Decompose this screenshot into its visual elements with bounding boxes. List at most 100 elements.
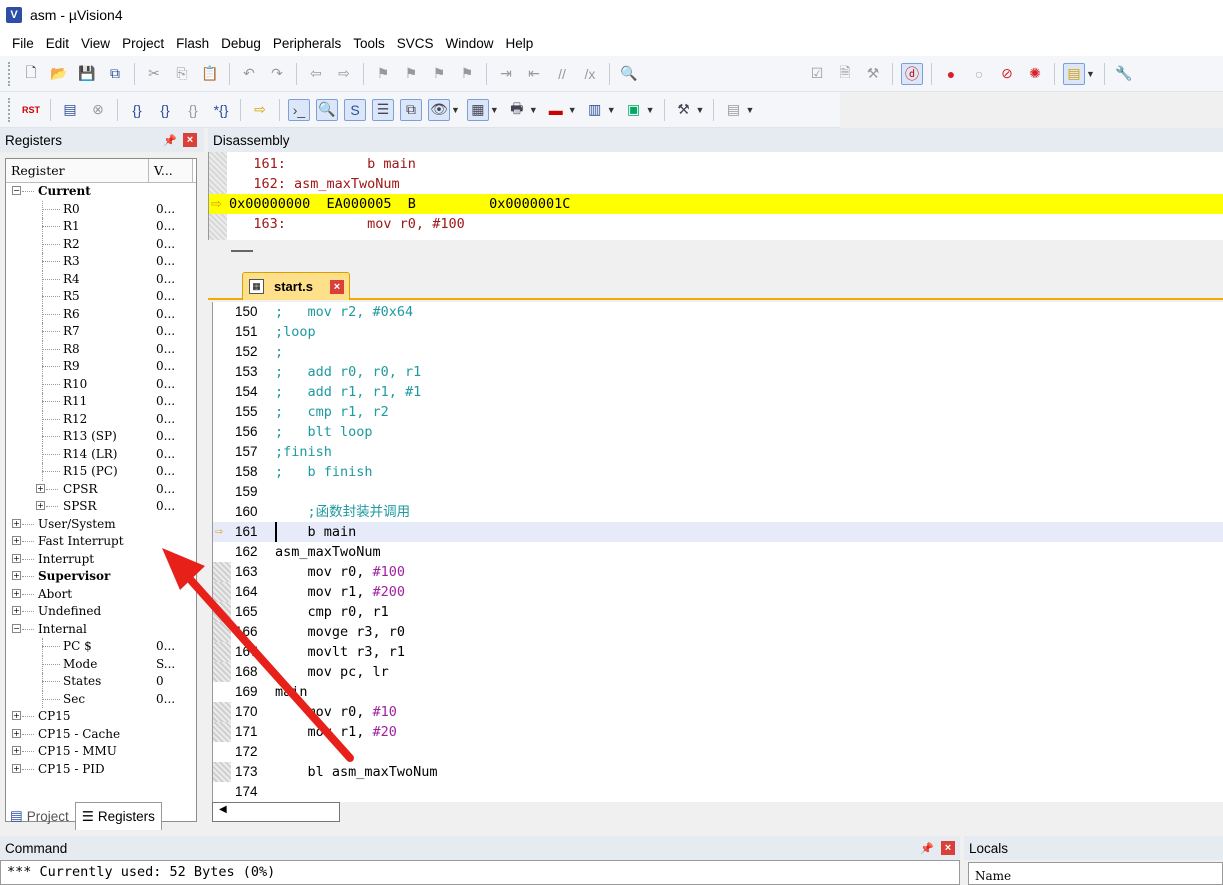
register-value[interactable]: 0... xyxy=(156,429,175,443)
close-icon[interactable]: × xyxy=(941,841,955,855)
register-row[interactable]: + Abort xyxy=(6,586,196,604)
find-in-files-icon[interactable]: 🔍 xyxy=(618,63,640,85)
menu-flash[interactable]: Flash xyxy=(170,36,215,51)
symbols-window-icon[interactable]: S xyxy=(344,98,366,121)
debug-config-icon[interactable]: ⚒ xyxy=(862,63,884,85)
register-row[interactable]: R15 (PC) 0... xyxy=(6,463,196,481)
system-viewer-icon[interactable]: ▣ xyxy=(623,99,645,121)
register-value[interactable]: 0... xyxy=(156,272,175,286)
expand-icon[interactable]: + xyxy=(12,518,21,528)
disassembly-current-line[interactable]: ⇨ 0x00000000 EA000005 B 0x0000001C xyxy=(209,194,1223,214)
code-line[interactable]: 169 main xyxy=(213,682,1223,702)
register-value[interactable]: 0... xyxy=(156,377,175,391)
bookmark-next-icon[interactable]: ⚑ xyxy=(428,63,450,85)
register-row[interactable]: + Fast Interrupt xyxy=(6,533,196,551)
code-editor[interactable]: 150 ; mov r2, #0x64 151 ;loop 152; 153 ; add r… xyxy=(212,302,1223,802)
register-row[interactable]: + CP15 - MMU xyxy=(6,743,196,761)
tab-project[interactable]: ▤ Project xyxy=(4,802,75,830)
tab-start-s[interactable]: ▦ start.s × xyxy=(242,272,350,300)
cut-icon[interactable]: ✂ xyxy=(143,63,165,85)
expand-icon[interactable]: + xyxy=(36,501,45,510)
executable-line-marker[interactable] xyxy=(213,562,231,582)
executable-line-marker[interactable] xyxy=(213,762,231,782)
code-line[interactable]: 168 mov pc, lr xyxy=(213,662,1223,682)
kill-breakpoints-icon[interactable]: ✺ xyxy=(1024,63,1046,85)
register-row[interactable]: R8 0... xyxy=(6,340,196,358)
register-row[interactable]: + Supervisor xyxy=(6,568,196,586)
register-value[interactable]: 0... xyxy=(156,394,175,408)
expand-icon[interactable]: + xyxy=(12,606,21,615)
call-stack-window-icon[interactable]: ⧉ xyxy=(400,98,422,121)
code-line[interactable]: 174 xyxy=(213,782,1223,802)
register-row[interactable]: R2 0... xyxy=(6,235,196,253)
register-value[interactable]: 0... xyxy=(156,342,175,356)
disassembly-line[interactable]: 161: b main xyxy=(229,154,416,174)
register-value[interactable]: 0 xyxy=(156,674,164,688)
code-line[interactable]: 152; xyxy=(213,342,1223,362)
code-line[interactable]: 166 movge r3, r0 xyxy=(213,622,1223,642)
register-value[interactable]: 0... xyxy=(156,254,175,268)
code-line[interactable]: 155 ; cmp r1, r2 xyxy=(213,402,1223,422)
navigate-forward-icon[interactable]: ⇨ xyxy=(333,63,355,85)
step-out-icon[interactable]: {} xyxy=(182,99,204,121)
code-line[interactable]: 158 ; b finish xyxy=(213,462,1223,482)
register-row[interactable]: + Undefined xyxy=(6,603,196,621)
register-row[interactable]: + CP15 - PID xyxy=(6,761,196,779)
register-row[interactable]: R9 0... xyxy=(6,358,196,376)
menu-project[interactable]: Project xyxy=(116,36,170,51)
menu-file[interactable]: File xyxy=(6,36,40,51)
expand-icon[interactable]: + xyxy=(12,763,21,773)
debug-restore-views-icon[interactable]: ▤ xyxy=(722,99,744,121)
register-value[interactable]: 0... xyxy=(156,289,175,303)
register-row[interactable]: + SPSR 0... xyxy=(6,498,196,516)
register-row[interactable]: Sec 0... xyxy=(6,690,196,708)
undo-icon[interactable]: ↶ xyxy=(238,63,260,85)
menu-debug[interactable]: Debug xyxy=(215,36,267,51)
comment-icon[interactable]: // xyxy=(551,63,573,85)
register-value[interactable]: 0... xyxy=(156,499,175,513)
register-value[interactable]: 0... xyxy=(156,482,175,496)
reset-cpu-icon[interactable]: RST xyxy=(20,99,42,121)
memory-window-icon[interactable]: ▦ xyxy=(466,98,489,121)
code-line[interactable]: 159 xyxy=(213,482,1223,502)
code-line[interactable]: 172 xyxy=(213,742,1223,762)
register-value[interactable]: 0... xyxy=(156,639,175,653)
stop-icon[interactable]: ⊗ xyxy=(87,99,109,121)
register-row[interactable]: R13 (SP) 0... xyxy=(6,428,196,446)
register-row[interactable]: R12 0... xyxy=(6,410,196,428)
code-line[interactable]: 157 ;finish xyxy=(213,442,1223,462)
enable-breakpoint-icon[interactable]: ○ xyxy=(968,63,990,85)
register-row[interactable]: + Interrupt xyxy=(6,551,196,569)
serial-window-icon[interactable]: 🖶 xyxy=(506,99,528,121)
register-value[interactable]: 0... xyxy=(156,324,175,338)
serial-dropdown-icon[interactable]: ▼ xyxy=(529,105,538,115)
source-browser-icon[interactable]: ☑ xyxy=(806,63,828,85)
toolbox-icon[interactable]: ⚒ xyxy=(673,99,695,121)
trace-window-icon[interactable]: ▥ xyxy=(584,99,606,121)
memory-dropdown-icon[interactable]: ▼ xyxy=(490,105,499,115)
bookmark-toggle-icon[interactable]: ⚑ xyxy=(372,63,394,85)
collapse-icon[interactable]: − xyxy=(12,623,21,633)
disable-breakpoints-icon[interactable]: ⊘ xyxy=(996,63,1018,85)
locals-name-column-header[interactable]: Name xyxy=(975,869,1011,883)
save-all-icon[interactable]: ⧉ xyxy=(104,63,126,85)
bookmark-prev-icon[interactable]: ⚑ xyxy=(400,63,422,85)
code-line[interactable]: 165 cmp r0, r1 xyxy=(213,602,1223,622)
register-row[interactable]: − Internal xyxy=(6,621,196,639)
expand-icon[interactable]: + xyxy=(12,746,21,755)
step-over-icon[interactable]: {} xyxy=(154,99,176,121)
code-line[interactable]: 173 bl asm_maxTwoNum xyxy=(213,762,1223,782)
tools-wrench-icon[interactable]: 🔧 xyxy=(1113,63,1135,85)
register-value[interactable]: 0... xyxy=(156,447,175,461)
executable-line-marker[interactable] xyxy=(213,662,231,682)
navigate-back-icon[interactable]: ⇦ xyxy=(305,63,327,85)
executable-line-marker[interactable] xyxy=(213,642,231,662)
register-column-header[interactable]: Register xyxy=(6,159,149,182)
code-line[interactable]: 162 asm_maxTwoNum xyxy=(213,542,1223,562)
executable-line-marker[interactable] xyxy=(213,722,231,742)
code-line[interactable]: 164 mov r1, #200 xyxy=(213,582,1223,602)
redo-icon[interactable]: ↷ xyxy=(266,63,288,85)
run-to-cursor-icon[interactable]: *{} xyxy=(210,99,232,121)
register-row[interactable]: R4 0... xyxy=(6,270,196,288)
register-row[interactable]: + CPSR 0... xyxy=(6,481,196,499)
